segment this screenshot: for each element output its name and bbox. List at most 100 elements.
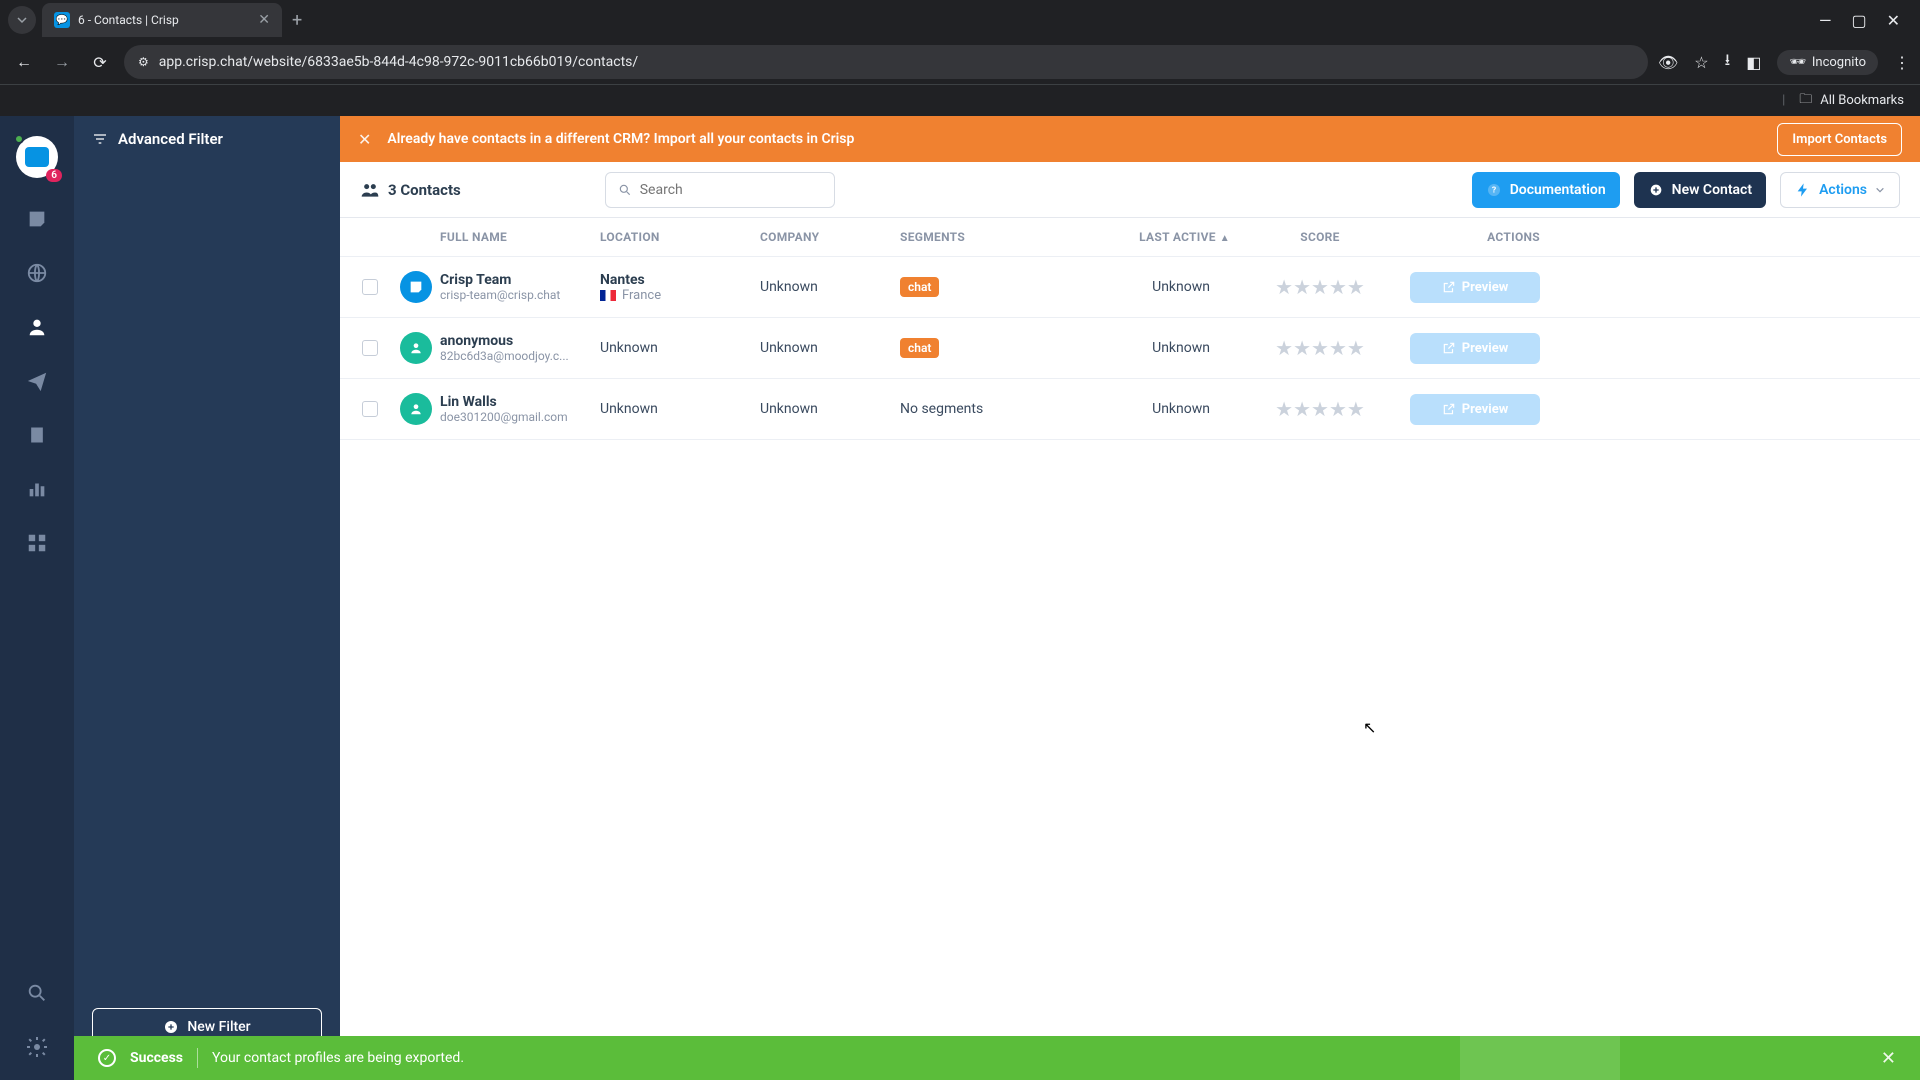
preview-button[interactable]: Preview: [1410, 333, 1540, 364]
banner-message: Already have contacts in a different CRM…: [387, 131, 854, 147]
search-box[interactable]: [605, 172, 835, 208]
table-row[interactable]: Lin Walls doe301200@gmail.com Unknown Un…: [340, 379, 1920, 440]
reload-button[interactable]: ⟳: [86, 53, 114, 72]
name-cell[interactable]: anonymous 82bc6d3a@moodjoy.c...: [440, 333, 600, 363]
settings-icon[interactable]: [24, 1034, 50, 1060]
nav-rail: 6: [0, 116, 74, 1080]
segment-tag[interactable]: chat: [900, 338, 939, 358]
toast-title: Success: [130, 1050, 183, 1066]
inbox-icon[interactable]: [24, 206, 50, 232]
external-link-icon: [1442, 341, 1456, 355]
documentation-button[interactable]: ? Documentation: [1472, 172, 1620, 208]
download-icon[interactable]: ⭳: [1725, 49, 1731, 76]
last-active-cell: Unknown: [1080, 401, 1230, 417]
address-bar: ← → ⟳ ⚙ app.crisp.chat/website/6833ae5b-…: [0, 40, 1920, 84]
table-row[interactable]: anonymous 82bc6d3a@moodjoy.c... Unknown …: [340, 318, 1920, 379]
maximize-icon[interactable]: ▢: [1851, 11, 1866, 30]
bolt-icon: [1795, 182, 1811, 198]
name-cell[interactable]: Lin Walls doe301200@gmail.com: [440, 394, 600, 424]
col-location[interactable]: LOCATION: [600, 230, 760, 244]
row-checkbox[interactable]: [362, 340, 378, 356]
location-cell: Unknown: [600, 401, 760, 417]
check-circle-icon: ✓: [98, 1049, 116, 1067]
url-field[interactable]: ⚙ app.crisp.chat/website/6833ae5b-844d-4…: [124, 45, 1648, 79]
favicon-icon: 💬: [54, 12, 70, 28]
name-cell[interactable]: Crisp Team crisp-team@crisp.chat: [440, 272, 600, 302]
score-stars[interactable]: ★★★★★: [1230, 275, 1410, 299]
analytics-icon[interactable]: [24, 476, 50, 502]
plus-circle-icon: [163, 1019, 179, 1035]
bookmark-star-icon[interactable]: ☆: [1694, 53, 1708, 72]
app-logo[interactable]: 6: [16, 136, 58, 178]
col-company[interactable]: COMPANY: [760, 230, 900, 244]
browser-tab[interactable]: 💬 6 - Contacts | Crisp ✕: [42, 3, 282, 37]
site-settings-icon[interactable]: ⚙: [138, 55, 149, 69]
segments-cell: chat: [900, 277, 1080, 297]
forward-button[interactable]: →: [48, 52, 76, 72]
toast-close-icon[interactable]: ✕: [1881, 1048, 1896, 1069]
location-cell: NantesFrance: [600, 272, 760, 303]
col-segments[interactable]: SEGMENTS: [900, 230, 1080, 244]
notification-badge: 6: [46, 169, 62, 182]
contacts-count: 3 Contacts: [360, 180, 461, 200]
person-icon: [409, 341, 423, 355]
new-tab-button[interactable]: +: [292, 10, 302, 31]
external-link-icon: [1442, 280, 1456, 294]
bookmark-bar: | 🗀 All Bookmarks: [0, 84, 1920, 116]
toolbar: 3 Contacts ? Documentation New Contact A…: [340, 162, 1920, 218]
avatar[interactable]: [400, 332, 432, 364]
col-score[interactable]: SCORE: [1230, 230, 1410, 244]
score-stars[interactable]: ★★★★★: [1230, 397, 1410, 421]
banner-close-icon[interactable]: ✕: [358, 130, 371, 149]
col-full-name[interactable]: FULL NAME: [440, 230, 600, 244]
globe-icon[interactable]: [24, 260, 50, 286]
contacts-icon[interactable]: [24, 314, 50, 340]
back-button[interactable]: ←: [10, 52, 38, 72]
tab-close-icon[interactable]: ✕: [258, 12, 270, 28]
last-active-cell: Unknown: [1080, 279, 1230, 295]
plugins-icon[interactable]: [24, 530, 50, 556]
close-window-icon[interactable]: ✕: [1887, 11, 1900, 30]
helpdesk-icon[interactable]: [24, 422, 50, 448]
search-input[interactable]: [640, 182, 822, 198]
preview-button[interactable]: Preview: [1410, 272, 1540, 303]
chat-bubble-icon: [25, 147, 49, 167]
segment-tag[interactable]: chat: [900, 277, 939, 297]
new-contact-button[interactable]: New Contact: [1634, 172, 1766, 208]
campaigns-icon[interactable]: [24, 368, 50, 394]
segments-cell: No segments: [900, 401, 1080, 417]
col-actions: ACTIONS: [1410, 230, 1540, 244]
import-contacts-button[interactable]: Import Contacts: [1777, 123, 1902, 156]
side-panel-icon[interactable]: ◧: [1746, 53, 1761, 72]
preview-button[interactable]: Preview: [1410, 394, 1540, 425]
toast-divider: [197, 1048, 198, 1068]
company-cell: Unknown: [760, 401, 900, 417]
external-link-icon: [1442, 402, 1456, 416]
all-bookmarks-link[interactable]: All Bookmarks: [1820, 93, 1904, 108]
mouse-cursor: ↖: [1363, 718, 1376, 737]
score-stars[interactable]: ★★★★★: [1230, 336, 1410, 360]
row-checkbox[interactable]: [362, 401, 378, 417]
minimize-icon[interactable]: —: [1819, 11, 1832, 30]
col-last-active[interactable]: LAST ACTIVE▲: [1080, 230, 1230, 244]
chat-bubble-icon: [408, 279, 424, 295]
search-icon[interactable]: [24, 980, 50, 1006]
incognito-icon: 🕶: [1789, 55, 1806, 70]
avatar[interactable]: [400, 271, 432, 303]
sort-asc-icon: ▲: [1220, 233, 1230, 244]
incognito-pill[interactable]: 🕶 Incognito: [1777, 50, 1878, 75]
contacts-count-label: 3 Contacts: [388, 181, 461, 199]
chevron-down-icon: [1875, 185, 1885, 195]
actions-dropdown[interactable]: Actions: [1780, 172, 1900, 208]
avatar[interactable]: [400, 393, 432, 425]
tab-search-dropdown[interactable]: [8, 6, 36, 34]
filter-header[interactable]: Advanced Filter: [74, 116, 340, 162]
tab-bar: 💬 6 - Contacts | Crisp ✕ + — ▢ ✕: [0, 0, 1920, 40]
presence-dot: [14, 134, 24, 144]
table-row[interactable]: Crisp Team crisp-team@crisp.chat NantesF…: [340, 257, 1920, 318]
eye-off-icon[interactable]: 👁: [1658, 53, 1678, 72]
browser-menu-icon[interactable]: ⋮: [1894, 53, 1910, 72]
actions-label: Actions: [1819, 182, 1867, 198]
person-icon: [409, 402, 423, 416]
row-checkbox[interactable]: [362, 279, 378, 295]
